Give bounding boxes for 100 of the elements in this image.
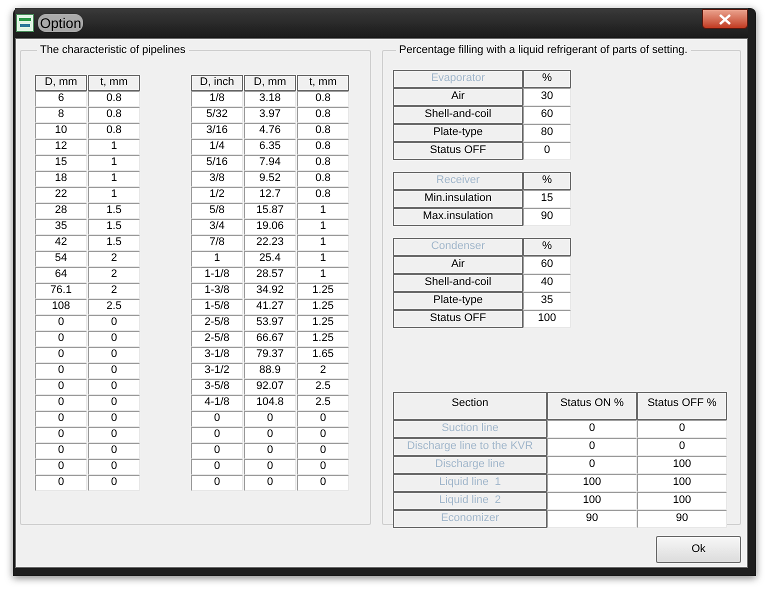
input-field[interactable]: 0 — [297, 474, 349, 490]
input-field[interactable]: 3-1/2 — [191, 362, 243, 378]
input-field[interactable]: 3-5/8 — [191, 378, 243, 394]
input-field[interactable]: 54 — [35, 250, 87, 266]
input-field[interactable]: 2 — [88, 282, 140, 298]
input-field[interactable]: 28 — [35, 202, 87, 218]
input-field[interactable]: 0 — [297, 426, 349, 442]
input-field[interactable]: 0 — [297, 410, 349, 426]
input-field[interactable]: 53.97 — [244, 314, 296, 330]
ok-button[interactable]: Ok — [656, 536, 741, 563]
input-field[interactable]: 108 — [35, 298, 87, 314]
input-field[interactable]: 1 — [297, 266, 349, 282]
input-field[interactable]: 1.5 — [88, 234, 140, 250]
input-field[interactable]: 18 — [35, 170, 87, 186]
input-field[interactable]: 0 — [191, 442, 243, 458]
input-field[interactable]: 1.25 — [297, 314, 349, 330]
input-field[interactable]: 0 — [35, 378, 87, 394]
input-field[interactable]: 2.5 — [88, 298, 140, 314]
input-field[interactable]: 0 — [35, 394, 87, 410]
input-field[interactable]: 0 — [88, 314, 140, 330]
input-field[interactable]: 88.9 — [244, 362, 296, 378]
input-field[interactable]: 5/8 — [191, 202, 243, 218]
input-field[interactable]: 2 — [88, 250, 140, 266]
input-field[interactable]: 1-5/8 — [191, 298, 243, 314]
input-field[interactable]: 15 — [523, 190, 571, 208]
input-field[interactable]: 100 — [523, 310, 571, 328]
input-field[interactable]: 1 — [191, 250, 243, 266]
input-field[interactable]: 90 — [523, 208, 571, 226]
input-field[interactable]: 1.25 — [297, 330, 349, 346]
input-field[interactable]: 35 — [523, 292, 571, 310]
input-field[interactable]: 12 — [35, 138, 87, 154]
input-field[interactable]: 1 — [88, 186, 140, 202]
input-field[interactable]: 4.76 — [244, 122, 296, 138]
input-field[interactable]: 60 — [523, 106, 571, 124]
input-field[interactable]: 0.8 — [297, 106, 349, 122]
input-field[interactable]: 0 — [35, 474, 87, 490]
input-field[interactable]: 2.5 — [297, 378, 349, 394]
input-field[interactable]: 5/16 — [191, 154, 243, 170]
input-field[interactable]: 2 — [297, 362, 349, 378]
input-field[interactable]: 0 — [244, 458, 296, 474]
input-field[interactable]: 0 — [35, 330, 87, 346]
input-field[interactable]: 0 — [297, 442, 349, 458]
input-field[interactable]: 28.57 — [244, 266, 296, 282]
input-field[interactable]: 3/8 — [191, 170, 243, 186]
input-field[interactable]: 1 — [88, 170, 140, 186]
input-field[interactable]: 0.8 — [297, 90, 349, 106]
input-field[interactable]: 3-1/8 — [191, 346, 243, 362]
input-field[interactable]: 3.97 — [244, 106, 296, 122]
input-field[interactable]: 3/4 — [191, 218, 243, 234]
input-field[interactable]: 0 — [191, 410, 243, 426]
input-field[interactable]: 7.94 — [244, 154, 296, 170]
input-field[interactable]: 3.18 — [244, 90, 296, 106]
input-field[interactable]: 0 — [35, 346, 87, 362]
input-field[interactable]: 0 — [88, 458, 140, 474]
input-field[interactable]: 4-1/8 — [191, 394, 243, 410]
input-field[interactable]: 42 — [35, 234, 87, 250]
input-field[interactable]: 0 — [35, 442, 87, 458]
input-field[interactable]: 1 — [297, 234, 349, 250]
input-field[interactable]: 25.4 — [244, 250, 296, 266]
input-field[interactable]: 0 — [191, 426, 243, 442]
input-field[interactable]: 92.07 — [244, 378, 296, 394]
input-field[interactable]: 30 — [523, 88, 571, 106]
input-field[interactable]: 1.5 — [88, 202, 140, 218]
input-field[interactable]: 0 — [244, 426, 296, 442]
input-field[interactable]: 0 — [88, 426, 140, 442]
input-field[interactable]: 66.67 — [244, 330, 296, 346]
input-field[interactable]: 2.5 — [297, 394, 349, 410]
input-field[interactable]: 15 — [35, 154, 87, 170]
input-field[interactable]: 0.8 — [88, 122, 140, 138]
input-field[interactable]: 12.7 — [244, 186, 296, 202]
input-field[interactable]: 1-3/8 — [191, 282, 243, 298]
input-field[interactable]: 64 — [35, 266, 87, 282]
input-field[interactable]: 22.23 — [244, 234, 296, 250]
input-field[interactable]: 22 — [35, 186, 87, 202]
input-field[interactable]: 0 — [88, 410, 140, 426]
input-field[interactable]: 60 — [523, 256, 571, 274]
input-field[interactable]: 1.25 — [297, 282, 349, 298]
input-field[interactable]: 0.8 — [88, 90, 140, 106]
input-field[interactable]: 0 — [88, 346, 140, 362]
input-field[interactable]: 10 — [35, 122, 87, 138]
input-field[interactable]: 7/8 — [191, 234, 243, 250]
input-field[interactable]: 0 — [88, 330, 140, 346]
input-field[interactable]: 0 — [244, 410, 296, 426]
input-field[interactable]: 0 — [191, 474, 243, 490]
input-field[interactable]: 0 — [523, 142, 571, 160]
input-field[interactable]: 1 — [297, 202, 349, 218]
input-field[interactable]: 2-5/8 — [191, 330, 243, 346]
input-field[interactable]: 0 — [191, 458, 243, 474]
input-field[interactable]: 0 — [297, 458, 349, 474]
input-field[interactable]: 0 — [35, 314, 87, 330]
input-field[interactable]: 0 — [244, 442, 296, 458]
input-field[interactable]: 1/4 — [191, 138, 243, 154]
input-field[interactable]: 1/8 — [191, 90, 243, 106]
input-field[interactable]: 8 — [35, 106, 87, 122]
input-field[interactable]: 2-5/8 — [191, 314, 243, 330]
input-field[interactable]: 1.5 — [88, 218, 140, 234]
input-field[interactable]: 76.1 — [35, 282, 87, 298]
input-field[interactable]: 5/32 — [191, 106, 243, 122]
input-field[interactable]: 0 — [244, 474, 296, 490]
input-field[interactable]: 0 — [35, 362, 87, 378]
